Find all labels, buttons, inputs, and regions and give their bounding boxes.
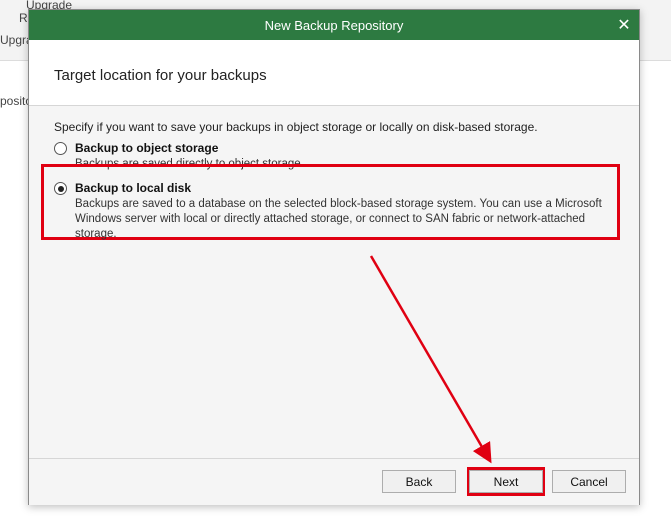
back-button[interactable]: Back — [382, 470, 456, 493]
dialog-footer: Back Next Cancel — [29, 458, 639, 505]
object-storage-radio[interactable] — [54, 142, 67, 155]
close-icon: ✕ — [617, 17, 631, 34]
bg-r-label: R — [19, 11, 28, 25]
instruction-text: Specify if you want to save your backups… — [54, 120, 538, 134]
new-backup-repository-dialog: New Backup Repository ✕ Target location … — [28, 9, 640, 505]
dialog-titlebar: New Backup Repository ✕ — [29, 10, 639, 40]
dialog-header: Target location for your backups — [29, 40, 639, 106]
local-disk-description: Backups are saved to a database on the s… — [75, 198, 602, 240]
cancel-button[interactable]: Cancel — [552, 470, 626, 493]
dialog-title: New Backup Repository — [264, 17, 404, 33]
object-storage-label: Backup to object storage — [75, 141, 219, 155]
close-button[interactable]: ✕ — [609, 10, 639, 40]
local-disk-label: Backup to local disk — [75, 181, 192, 195]
next-button[interactable]: Next — [469, 470, 543, 493]
dialog-body: Specify if you want to save your backups… — [29, 106, 639, 458]
step-title: Target location for your backups — [54, 67, 267, 84]
local-disk-radio[interactable] — [54, 182, 67, 195]
